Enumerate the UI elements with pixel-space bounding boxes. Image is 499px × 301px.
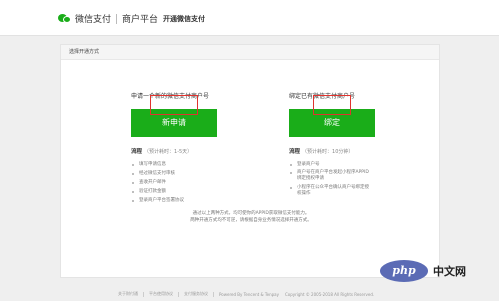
new-application-column: 申请一个新的微信支付商户号 新申请 流程 （预计耗时：1-5天） 填写申请信息 经… (131, 91, 271, 203)
platform-name: 商户平台 (122, 15, 159, 25)
process-estimate: （预计耗时：10分钟） (302, 149, 354, 155)
bind-existing-heading: 绑定已有微信支付商户号 (289, 93, 356, 100)
bullet-icon (132, 163, 134, 166)
bind-button[interactable]: 绑定 (289, 109, 375, 137)
page-footer: 关于财付通 平台使用协议 支付服务协议 Powered By Tencent &… (0, 287, 499, 301)
note-line: 两种开通方式均不可逆，请根据自身业务情况选择开通方式。 (190, 218, 312, 223)
list-item: 验证打款金额 (131, 187, 184, 196)
php-watermark-logo: php 中文网 (380, 258, 495, 284)
list-item: 商户号在商户平台发起小程序APPID绑定授权申请 (289, 169, 369, 184)
list-item: 查收开户邮件 (131, 178, 184, 187)
logo-text: 微信支付 (75, 15, 112, 25)
bullet-icon (132, 190, 134, 193)
new-application-button[interactable]: 新申请 (131, 109, 217, 137)
footer-divider (178, 291, 179, 297)
bullet-icon (290, 172, 292, 174)
list-item: 登录商户平台签署协议 (131, 196, 184, 205)
page-subtitle: 开通微信支付 (163, 14, 206, 23)
watermark-text: 中文网 (433, 265, 466, 278)
new-application-heading: 申请一个新的微信支付商户号 (131, 93, 210, 100)
footer-powered-by: Powered By Tencent & Tenpay (219, 291, 279, 297)
process-label: 流程 （预计耗时：10分钟） (289, 147, 353, 155)
process-title: 流程 (131, 149, 143, 155)
process-estimate: （预计耗时：1-5天） (144, 149, 193, 155)
footer-divider (213, 291, 214, 297)
top-header: 微信支付 商户平台 开通微信支付 (0, 0, 499, 36)
list-item: 填写申请信息 (131, 160, 184, 169)
php-badge-icon: php (380, 260, 428, 282)
bullet-icon (132, 172, 134, 175)
bullet-icon (132, 181, 134, 184)
bullet-icon (290, 187, 292, 189)
wechat-pay-logo-icon (58, 13, 71, 24)
footer-link-about[interactable]: 关于财付通 (118, 291, 138, 297)
header-divider (116, 13, 118, 24)
list-item: 小程序在公众平台确认商户号绑定授权操作 (289, 184, 369, 199)
bind-existing-steps: 登录商户号 商户号在商户平台发起小程序APPID绑定授权申请 小程序在公众平台确… (289, 160, 369, 199)
open-method-panel: 选择开通方式 申请一个新的微信支付商户号 新申请 流程 （预计耗时：1-5天） 填… (60, 44, 440, 278)
footer-divider (143, 291, 144, 297)
bullet-icon (290, 163, 292, 166)
footer-link-platform-agreement[interactable]: 平台使用协议 (149, 291, 173, 297)
bind-existing-column: 绑定已有微信支付商户号 绑定 流程 （预计耗时：10分钟） 登录商户号 商户号在商… (289, 91, 429, 196)
process-label: 流程 （预计耗时：1-5天） (131, 147, 192, 155)
wechat-pay-logo[interactable]: 微信支付 商户平台 开通微信支付 (58, 12, 205, 25)
note-line: 通过以上两种方式，均可使你的APPID获取微信支付能力。 (192, 211, 310, 216)
new-application-steps: 填写申请信息 经过微信支付审核 查收开户邮件 验证打款金额 登录商户平台签署协议 (131, 160, 184, 205)
bullet-icon (132, 199, 134, 202)
footer-link-payment-agreement[interactable]: 支付服务协议 (184, 291, 208, 297)
footer-copyright: Copyright © 2005-2018 All Rights Reserve… (284, 291, 375, 297)
panel-title: 选择开通方式 (61, 45, 439, 60)
list-item: 登录商户号 (289, 160, 369, 169)
open-method-note: 通过以上两种方式，均可使你的APPID获取微信支付能力。 两种开通方式均不可逆，… (61, 210, 441, 224)
list-item: 经过微信支付审核 (131, 169, 184, 178)
process-title: 流程 (289, 149, 301, 155)
